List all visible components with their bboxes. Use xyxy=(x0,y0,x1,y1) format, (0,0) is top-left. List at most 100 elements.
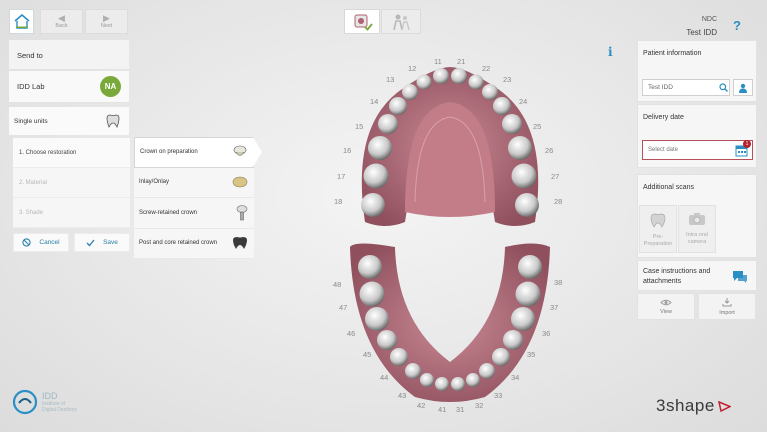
option-crown-on-preparation[interactable]: Crown on preparation xyxy=(134,137,262,168)
step-material[interactable]: 2. Material xyxy=(13,168,130,198)
tooth-26[interactable] xyxy=(508,136,532,160)
eye-icon xyxy=(660,299,672,305)
idd-sub2: Digital Dentistry xyxy=(42,406,78,413)
restoration-options: Crown on preparation Inlay/Onlay Screw-r… xyxy=(134,137,262,260)
scan-pre-preparation[interactable]: Pre-Preparation xyxy=(639,205,677,253)
tooth-35[interactable] xyxy=(503,330,523,350)
case-instructions-panel[interactable]: Case instructions and attachments xyxy=(637,260,757,291)
tooth-44[interactable] xyxy=(390,348,408,366)
step-choose-restoration[interactable]: 1. Choose restoration xyxy=(13,138,130,168)
view-button[interactable]: View xyxy=(637,293,695,320)
tooth-46[interactable] xyxy=(365,307,389,331)
tooth-48[interactable] xyxy=(358,255,382,279)
help-icon[interactable]: ? xyxy=(733,18,741,33)
delivery-date-title: Delivery date xyxy=(643,114,684,121)
tooth-31[interactable] xyxy=(451,377,465,391)
tooth-41[interactable] xyxy=(435,377,449,391)
tooth-45[interactable] xyxy=(377,330,397,350)
tooth-34[interactable] xyxy=(492,348,510,366)
tooth-check-icon xyxy=(354,14,373,31)
info-icon[interactable]: i xyxy=(608,45,613,59)
tooth-17[interactable] xyxy=(363,163,389,189)
tooth-number-46: 46 xyxy=(347,329,356,338)
tooth-25[interactable] xyxy=(502,114,522,134)
tooth-number-28: 28 xyxy=(554,197,563,206)
tooth-number-36: 36 xyxy=(542,329,551,338)
tooth-11[interactable] xyxy=(433,68,449,84)
send-to-header: Send to xyxy=(9,40,129,70)
tooth-18[interactable] xyxy=(361,193,385,217)
tooth-16[interactable] xyxy=(368,136,392,160)
tooth-43[interactable] xyxy=(405,363,421,379)
tooth-32[interactable] xyxy=(466,373,480,387)
screw-crown-icon xyxy=(236,204,248,220)
tooth-24[interactable] xyxy=(493,97,511,115)
import-label: Import xyxy=(719,310,735,316)
tooth-23[interactable] xyxy=(482,84,498,100)
tooth-21[interactable] xyxy=(451,68,467,84)
save-label: Save xyxy=(103,239,118,246)
tooth-number-13: 13 xyxy=(386,75,395,84)
tooth-33[interactable] xyxy=(479,363,495,379)
tooth-12[interactable] xyxy=(416,74,432,90)
brand-triangle-icon xyxy=(717,400,731,412)
calendar-icon[interactable]: 1 xyxy=(735,140,751,157)
tooth-22[interactable] xyxy=(468,74,484,90)
back-label: Back xyxy=(55,23,68,29)
option-post-and-core-crown[interactable]: Post and core retained crown xyxy=(134,228,254,259)
delivery-date-panel: Delivery date Select date 1 xyxy=(637,104,757,168)
tooth-number-17: 17 xyxy=(337,172,346,181)
dental-chart xyxy=(350,67,550,402)
chat-icon xyxy=(732,270,748,286)
tooth-13[interactable] xyxy=(402,84,418,100)
tooth-47[interactable] xyxy=(359,281,385,307)
single-units-item[interactable]: Single units xyxy=(9,107,129,135)
tooth-icon xyxy=(106,114,120,128)
arrow-right-icon: ▶ xyxy=(103,13,110,23)
tooth-28[interactable] xyxy=(515,193,539,217)
tooth-15[interactable] xyxy=(378,114,398,134)
date-placeholder: Select date xyxy=(648,147,679,153)
home-button[interactable] xyxy=(9,9,34,34)
cancel-icon xyxy=(22,238,32,247)
import-button[interactable]: Import xyxy=(698,293,756,320)
pre-preparation-icon xyxy=(650,213,666,228)
tooth-number-24: 24 xyxy=(519,97,528,106)
lab-selector[interactable]: IDD Lab NA xyxy=(9,71,129,103)
idd-logo: IDD Institute of Digital Dentistry xyxy=(12,389,77,415)
tooth-number-44: 44 xyxy=(380,373,389,382)
date-alert-badge: 1 xyxy=(743,140,751,148)
tab-restoration[interactable] xyxy=(344,9,380,34)
person-icon xyxy=(393,14,410,30)
scan-intra-oral-camera[interactable]: Intra oral camera xyxy=(678,205,716,253)
tooth-14[interactable] xyxy=(389,97,407,115)
crown-icon xyxy=(233,145,247,157)
delivery-date-field[interactable]: Select date 1 xyxy=(642,140,753,160)
tooth-number-38: 38 xyxy=(554,278,563,287)
scan-pre-label: Pre-Preparation xyxy=(643,234,673,247)
back-button[interactable]: ◀ Back xyxy=(40,9,83,34)
tooth-number-33: 33 xyxy=(494,391,503,400)
search-icon[interactable] xyxy=(716,79,730,96)
tooth-38[interactable] xyxy=(518,255,542,279)
tooth-number-15: 15 xyxy=(355,122,364,131)
inlay-icon xyxy=(232,176,248,188)
tooth-37[interactable] xyxy=(515,281,541,307)
brand-logo: 3shape xyxy=(656,396,731,416)
camera-icon xyxy=(689,213,705,225)
tab-patient-model[interactable] xyxy=(381,9,421,34)
save-button[interactable]: Save xyxy=(74,233,130,252)
next-button[interactable]: ▶ Next xyxy=(85,9,128,34)
tooth-number-47: 47 xyxy=(339,303,348,312)
post-core-icon xyxy=(233,237,247,250)
tooth-number-34: 34 xyxy=(511,373,520,382)
tooth-36[interactable] xyxy=(511,307,535,331)
step-shade[interactable]: 3. Shade xyxy=(13,198,130,228)
send-to-label: Send to xyxy=(17,51,43,60)
tooth-27[interactable] xyxy=(511,163,537,189)
user-icon[interactable] xyxy=(733,79,753,96)
tooth-42[interactable] xyxy=(420,373,434,387)
option-screw-retained-crown[interactable]: Screw-retained crown xyxy=(134,198,254,229)
option-inlay-onlay[interactable]: Inlay/Onlay xyxy=(134,167,254,198)
cancel-button[interactable]: Cancel xyxy=(13,233,69,252)
